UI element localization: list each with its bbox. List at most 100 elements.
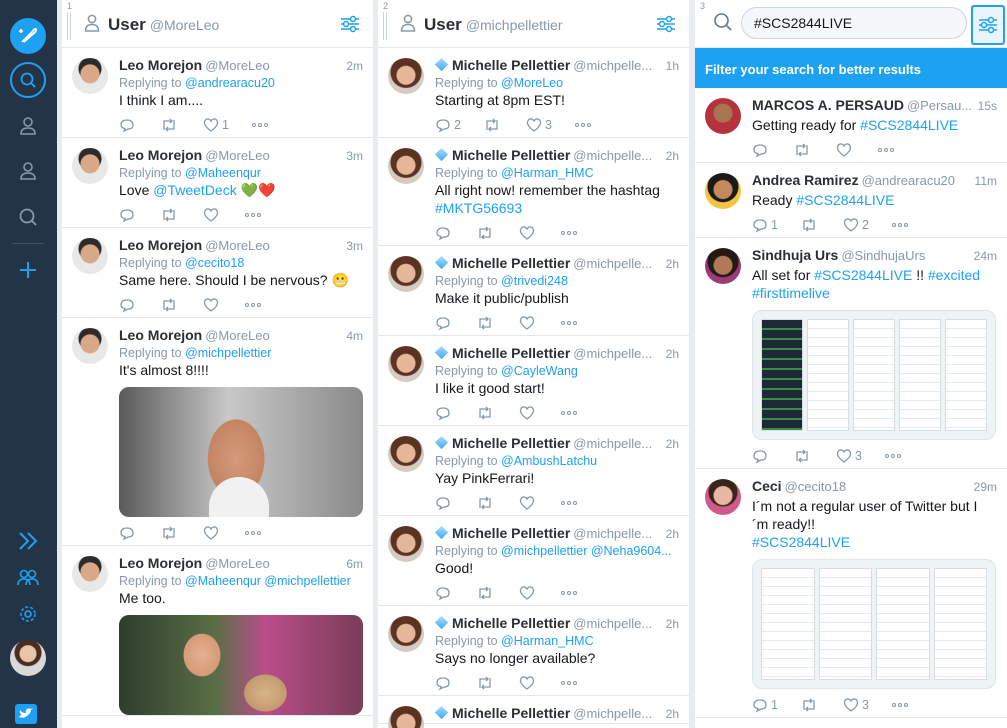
reply-mention-link[interactable]: @cecito18 (185, 256, 244, 270)
tweet-author-name[interactable]: Sindhuja Urs (752, 247, 838, 263)
retweet-button[interactable] (800, 217, 821, 233)
hashtag-link[interactable]: #SCS2844LIVE (796, 192, 894, 208)
tweet-author-name[interactable]: MARCOS A. PERSAUD (752, 97, 904, 113)
like-button[interactable]: 3 (836, 448, 862, 464)
reply-mention-link[interactable]: @michpellettier @Neha9604... (501, 544, 672, 558)
avatar[interactable] (705, 173, 741, 209)
tweet-item[interactable]: Andrea Ramirez @andrearacu20 11m Ready #SC… (695, 163, 1007, 238)
tweet-author-name[interactable]: Michelle Pellettier (452, 345, 570, 361)
sidebar-search-column[interactable] (10, 199, 46, 235)
like-button[interactable] (519, 225, 538, 241)
hashtag-link[interactable]: #MKTG56693 (435, 200, 522, 216)
retweet-button[interactable] (476, 675, 497, 691)
reply-button[interactable] (752, 142, 771, 158)
mention-link[interactable]: @TweetDeck (153, 182, 236, 198)
tweet-timestamp[interactable]: 6m (342, 557, 363, 571)
retweet-button[interactable] (476, 225, 497, 241)
tweet-item[interactable]: Michelle Pellettier @michpelle... 2h Reply… (378, 606, 689, 696)
reply-mention-link[interactable]: @andrearacu20 (185, 76, 275, 90)
tweet-author-name[interactable]: Michelle Pellettier (452, 147, 570, 163)
like-button[interactable] (203, 525, 222, 541)
tweet-item[interactable]: Leo Morejon @MoreLeo 3m Replying to @Mahee… (62, 138, 373, 228)
tweet-item[interactable]: Michelle Pellettier @michpelle... 1h Reply… (378, 48, 689, 138)
more-options-button[interactable] (251, 122, 272, 128)
tweet-timestamp[interactable]: 3m (342, 149, 363, 163)
tweet-author-name[interactable]: Leo Morejon (119, 57, 202, 73)
hashtag-link[interactable]: #SCS2844LIVE (752, 534, 850, 550)
tweet-author-name[interactable]: Leo Morejon (119, 327, 202, 343)
retweet-button[interactable] (476, 495, 497, 511)
more-options-button[interactable] (244, 212, 265, 218)
retweet-button[interactable] (476, 585, 497, 601)
like-button[interactable] (203, 207, 222, 223)
tweet-item[interactable]: MARCOS A. PERSAUD @Persau... 15s Getting r… (695, 88, 1007, 163)
tweet-item[interactable]: Michelle Pellettier @michpelle... 2h Reply… (378, 246, 689, 336)
reply-button[interactable] (435, 585, 454, 601)
tweet-media-screenshot[interactable] (752, 559, 996, 689)
more-options-button[interactable] (560, 680, 581, 686)
like-button[interactable]: 3 (526, 117, 552, 133)
reply-button[interactable] (435, 495, 454, 511)
account-avatar[interactable] (10, 640, 46, 676)
tweet-author-name[interactable]: Michelle Pellettier (452, 57, 570, 73)
reply-button[interactable] (119, 525, 138, 541)
tweet-author-name[interactable]: Michelle Pellettier (452, 435, 570, 451)
search-filter-button[interactable] (971, 5, 1005, 45)
tweet-author-name[interactable]: Ceci (752, 478, 782, 494)
tweet-item[interactable]: Michelle Pellettier @michpelle... 2h (378, 696, 689, 728)
tweet-timestamp[interactable]: 2m (342, 59, 363, 73)
more-options-button[interactable] (877, 147, 898, 153)
avatar[interactable] (388, 616, 424, 652)
retweet-button[interactable] (160, 297, 181, 313)
sidebar-search-active[interactable] (10, 62, 46, 98)
more-options-button[interactable] (891, 702, 912, 708)
reply-button[interactable] (435, 315, 454, 331)
tweet-media-screenshot[interactable] (752, 310, 996, 440)
tweet-timestamp[interactable]: 2h (661, 617, 679, 631)
tweet-item[interactable]: Leo Morejon @MoreLeo 2m Replying to @andre… (62, 48, 373, 138)
reply-button[interactable] (119, 117, 138, 133)
reply-mention-link[interactable]: @MoreLeo (501, 76, 563, 90)
retweet-button[interactable] (483, 117, 504, 133)
hashtag-link[interactable]: #excited (928, 267, 980, 283)
tweet-timestamp[interactable]: 3m (342, 239, 363, 253)
accounts-button[interactable] (10, 560, 46, 596)
tweet-timestamp[interactable]: 4m (342, 329, 363, 343)
tweet-item[interactable]: Sindhuja Urs @SindhujaUrs 24m All set for … (695, 238, 1007, 469)
search-input[interactable] (741, 7, 967, 39)
tweet-item[interactable]: Ceci @cecito18 29m I´m not a regular user … (695, 469, 1007, 718)
hashtag-link[interactable]: #SCS2844LIVE (814, 267, 912, 283)
like-button[interactable] (519, 585, 538, 601)
tweet-author-name[interactable]: Michelle Pellettier (452, 705, 570, 721)
tweet-item[interactable]: Leo Morejon @MoreLeo 4m Replying to @michp… (62, 318, 373, 546)
expand-sidebar-button[interactable] (10, 523, 46, 559)
tweet-author-name[interactable]: Leo Morejon (119, 147, 202, 163)
avatar[interactable] (388, 148, 424, 184)
more-options-button[interactable] (244, 530, 265, 536)
compose-tweet-button[interactable] (10, 18, 46, 54)
like-button[interactable] (519, 675, 538, 691)
filter-search-banner[interactable]: Filter your search for better results (695, 48, 1007, 88)
reply-mention-link[interactable]: @Harman_HMC (501, 634, 594, 648)
like-button[interactable] (519, 315, 538, 331)
avatar[interactable] (72, 238, 108, 274)
more-options-button[interactable] (891, 222, 912, 228)
tweet-author-name[interactable]: Andrea Ramirez (752, 172, 859, 188)
avatar[interactable] (388, 526, 424, 562)
hashtag-link[interactable]: #SCS2844LIVE (860, 117, 958, 133)
retweet-button[interactable] (160, 525, 181, 541)
avatar[interactable] (388, 256, 424, 292)
more-options-button[interactable] (574, 122, 595, 128)
tweet-timestamp[interactable]: 2h (661, 257, 679, 271)
tweet-item[interactable]: Leo Morejon @MoreLeo 3m Replying to @cecit… (62, 228, 373, 318)
reply-mention-link[interactable]: @Maheenqur (185, 166, 261, 180)
avatar[interactable] (72, 556, 108, 592)
tweet-timestamp[interactable]: 11m (970, 174, 997, 188)
tweet-timestamp[interactable]: 2h (661, 527, 679, 541)
avatar[interactable] (72, 328, 108, 364)
drag-handle[interactable] (383, 12, 387, 40)
reply-mention-link[interactable]: @CayleWang (501, 364, 578, 378)
tweet-media-gif[interactable] (119, 615, 363, 715)
drag-handle[interactable] (67, 12, 71, 40)
more-options-button[interactable] (884, 453, 905, 459)
